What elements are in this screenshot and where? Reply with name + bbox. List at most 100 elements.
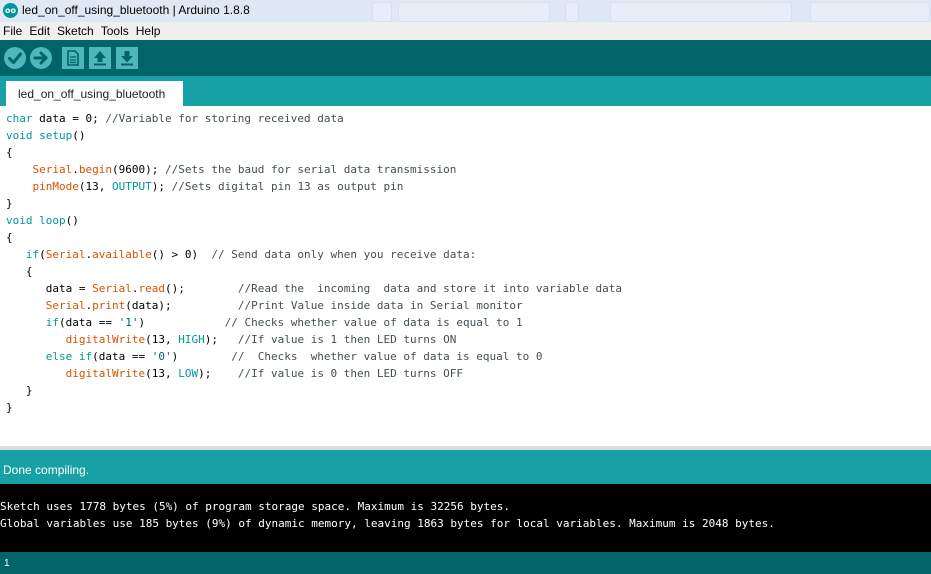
tab-label: led_on_off_using_bluetooth — [18, 87, 166, 101]
code-token: (); — [164, 282, 238, 295]
menu-file[interactable]: File — [0, 22, 26, 38]
code-token: if — [45, 316, 59, 329]
code-line[interactable]: data = Serial.read(); //Read the incomin… — [6, 282, 622, 295]
code-line[interactable]: if(data == '1') // Checks whether value … — [6, 316, 523, 329]
code-token: { — [6, 231, 13, 244]
code-token: ) — [171, 350, 232, 363]
menu-edit[interactable]: Edit — [26, 22, 54, 38]
background-window-tab — [565, 2, 579, 22]
menu-bar: File Edit Sketch Tools Help — [0, 22, 931, 40]
code-token: //If value is 1 then LED turns ON — [237, 333, 457, 346]
code-token: void — [6, 129, 33, 142]
code-token: (data == — [59, 316, 119, 329]
arduino-logo-icon: oo — [3, 3, 18, 18]
code-token: loop — [39, 214, 66, 227]
output-console[interactable]: Sketch uses 1778 bytes (5%) of program s… — [0, 484, 931, 552]
code-token: (13, — [145, 333, 179, 346]
menu-help[interactable]: Help — [133, 22, 165, 38]
tab-sketch[interactable]: led_on_off_using_bluetooth — [6, 81, 183, 106]
code-line[interactable]: char data = 0; //Variable for storing re… — [6, 112, 344, 125]
code-token: void — [6, 214, 33, 227]
code-token: ) — [138, 316, 225, 329]
code-editor[interactable]: char data = 0; //Variable for storing re… — [0, 106, 931, 450]
code-token: begin — [78, 163, 112, 176]
code-line[interactable]: { — [6, 146, 13, 159]
code-line[interactable]: } — [6, 384, 33, 397]
code-token: { — [6, 146, 13, 159]
code-token: //Variable for storing received data — [105, 112, 344, 125]
code-token: // Checks whether value of data is equal… — [224, 316, 523, 329]
code-token: . — [72, 163, 79, 176]
code-line[interactable]: Serial.print(data); //Print Value inside… — [6, 299, 523, 312]
code-token: ); — [198, 367, 238, 380]
code-text[interactable]: char data = 0; //Variable for storing re… — [6, 110, 622, 416]
code-token: if — [25, 248, 40, 261]
code-token: digitalWrite — [65, 333, 146, 346]
background-window-tab — [398, 2, 550, 22]
background-window-tab — [810, 2, 930, 22]
code-token: data = — [6, 282, 93, 295]
menu-tools[interactable]: Tools — [98, 22, 133, 38]
code-line[interactable]: digitalWrite(13, HIGH); //If value is 1 … — [6, 333, 457, 346]
tab-bar: led_on_off_using_bluetooth — [0, 76, 931, 106]
code-line[interactable]: } — [6, 401, 13, 414]
code-line[interactable]: digitalWrite(13, LOW); //If value is 0 t… — [6, 367, 463, 380]
code-token: OUTPUT — [111, 180, 152, 193]
verify-button[interactable] — [4, 47, 26, 69]
code-token: ); — [204, 333, 238, 346]
code-token: } — [6, 401, 13, 414]
code-token: //Sets the baud for serial data transmis… — [164, 163, 457, 176]
code-line[interactable]: { — [6, 231, 13, 244]
menu-sketch[interactable]: Sketch — [54, 22, 98, 38]
code-token: () — [65, 214, 79, 227]
window-titlebar: oo led_on_off_using_bluetooth | Arduino … — [0, 0, 931, 23]
code-token: pinMode — [32, 180, 79, 193]
code-token: Serial — [32, 163, 73, 176]
code-token: (data); — [125, 299, 238, 312]
new-sketch-button[interactable] — [62, 47, 84, 69]
code-token: setup — [39, 129, 73, 142]
code-token: //Read the incoming data and store it in… — [237, 282, 622, 295]
code-token: Serial — [92, 282, 132, 295]
code-line[interactable]: void setup() — [6, 129, 86, 142]
code-token: data = 0; — [32, 112, 106, 125]
code-token: else — [45, 350, 73, 363]
code-token: //Sets digital pin 13 as output pin — [171, 180, 404, 193]
code-line[interactable]: void loop() — [6, 214, 79, 227]
code-line[interactable]: if(Serial.available() > 0) // Send data … — [6, 248, 476, 261]
code-token: () — [72, 129, 86, 142]
code-token: '1' — [118, 316, 139, 329]
code-line[interactable]: Serial.begin(9600); //Sets the baud for … — [6, 163, 457, 176]
code-token: HIGH — [178, 333, 205, 346]
check-icon — [8, 52, 22, 64]
arrow-down-icon — [121, 51, 133, 66]
upload-button[interactable] — [30, 47, 52, 69]
code-token: } — [6, 197, 13, 210]
code-token: read — [138, 282, 165, 295]
open-button[interactable] — [89, 47, 111, 69]
save-button[interactable] — [116, 47, 138, 69]
code-line[interactable]: { — [6, 265, 33, 278]
code-token: // Checks whether value of data is equal… — [231, 350, 543, 363]
code-token: Serial — [45, 299, 86, 312]
code-token: (13, — [78, 180, 112, 193]
code-token: available — [92, 248, 152, 261]
code-line[interactable]: } — [6, 197, 13, 210]
code-token: if — [78, 350, 93, 363]
console-line: Global variables use 185 bytes (9%) of d… — [0, 517, 775, 530]
document-icon — [67, 50, 79, 66]
code-line[interactable]: pinMode(13, OUTPUT); //Sets digital pin … — [6, 180, 404, 193]
code-token: //If value is 0 then LED turns OFF — [237, 367, 464, 380]
status-message: Done compiling. — [3, 463, 90, 477]
code-line[interactable]: else if(data == '0') // Checks whether v… — [6, 350, 543, 363]
code-token: // Send data only when you receive data: — [211, 248, 477, 261]
code-token: Serial — [45, 248, 86, 261]
